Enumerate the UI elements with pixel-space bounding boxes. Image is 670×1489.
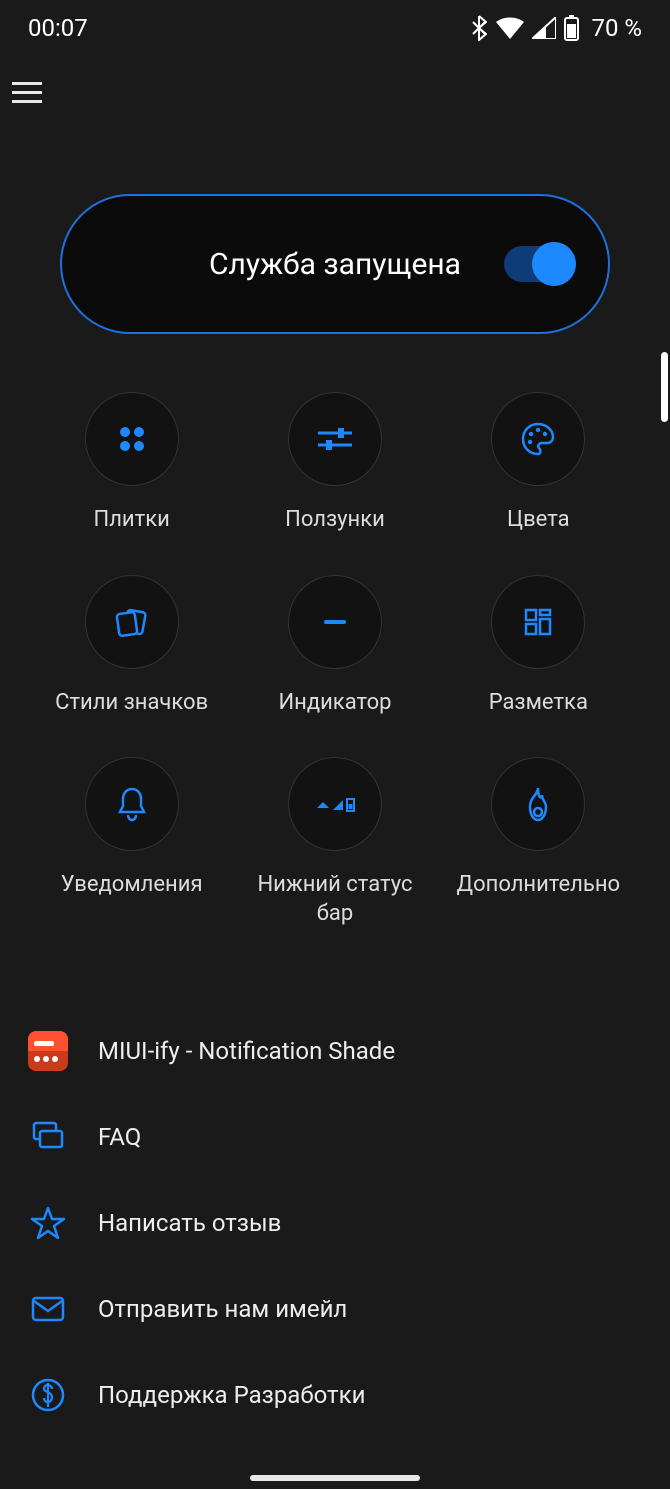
list-item-app[interactable]: MIUI-ify - Notification Shade (28, 1008, 642, 1094)
grid-item-tiles[interactable]: Плитки (40, 392, 223, 535)
service-status-label: Служба запущена (209, 247, 461, 282)
wifi-icon (496, 17, 524, 39)
signal-icon (532, 17, 556, 39)
grid-label: Нижний статус бар (245, 871, 425, 928)
app-logo-icon (28, 1031, 68, 1071)
grid-item-notifications[interactable]: Уведомления (40, 757, 223, 928)
grid-item-sliders[interactable]: Ползунки (243, 392, 426, 535)
grid-label: Стили значков (55, 689, 208, 718)
clock: 00:07 (28, 14, 88, 42)
menu-button[interactable] (12, 70, 56, 114)
indicator-icon (318, 605, 352, 639)
grid-label: Плитки (94, 506, 170, 535)
grid-label: Дополнительно (457, 871, 621, 900)
tiles-icon (115, 422, 149, 456)
grid-label: Цвета (507, 506, 570, 535)
mail-icon (30, 1295, 66, 1323)
list-label: Написать отзыв (98, 1209, 281, 1237)
grid-item-indicator[interactable]: Индикатор (243, 575, 426, 718)
grid-item-statusbar[interactable]: Нижний статус бар (243, 757, 426, 928)
status-bar: 00:07 70 % (0, 0, 670, 56)
list-item-support[interactable]: Поддержка Разработки (28, 1352, 642, 1438)
list-item-review[interactable]: Написать отзыв (28, 1180, 642, 1266)
grid-item-colors[interactable]: Цвета (447, 392, 630, 535)
list-label: Поддержка Разработки (98, 1381, 365, 1409)
grid-item-icon-styles[interactable]: Стили значков (40, 575, 223, 718)
layout-icon (521, 605, 555, 639)
battery-percent: 70 % (591, 14, 642, 42)
list-item-faq[interactable]: FAQ (28, 1094, 642, 1180)
dollar-icon (30, 1377, 66, 1413)
grid-label: Ползунки (285, 506, 385, 535)
fire-icon (523, 785, 553, 823)
bell-icon (115, 785, 149, 823)
settings-grid: Плитки Ползунки Цвета Стили значков Инди… (40, 392, 630, 928)
grid-label: Разметка (489, 689, 588, 718)
list-item-email[interactable]: Отправить нам имейл (28, 1266, 642, 1352)
service-toggle-card[interactable]: Служба запущена (60, 194, 610, 334)
star-icon (30, 1205, 66, 1241)
grid-label: Индикатор (278, 689, 391, 718)
grid-item-layout[interactable]: Разметка (447, 575, 630, 718)
nav-handle[interactable] (250, 1475, 420, 1481)
status-icons: 70 % (472, 14, 642, 42)
bluetooth-icon (472, 15, 488, 41)
list-label: FAQ (98, 1123, 141, 1151)
sliders-icon (316, 424, 354, 454)
battery-icon (564, 15, 579, 41)
statusbar-icon (313, 792, 357, 816)
list-label: Отправить нам имейл (98, 1295, 347, 1323)
grid-label: Уведомления (61, 871, 203, 900)
faq-icon (30, 1119, 66, 1155)
grid-item-extra[interactable]: Дополнительно (447, 757, 630, 928)
service-switch[interactable] (504, 246, 574, 282)
app-bar (0, 56, 670, 114)
list-label: MIUI-ify - Notification Shade (98, 1037, 395, 1065)
palette-icon (519, 420, 557, 458)
info-list: MIUI-ify - Notification Shade FAQ Написа… (28, 1008, 642, 1438)
iconstyle-icon (112, 605, 152, 639)
scroll-indicator (661, 352, 668, 422)
